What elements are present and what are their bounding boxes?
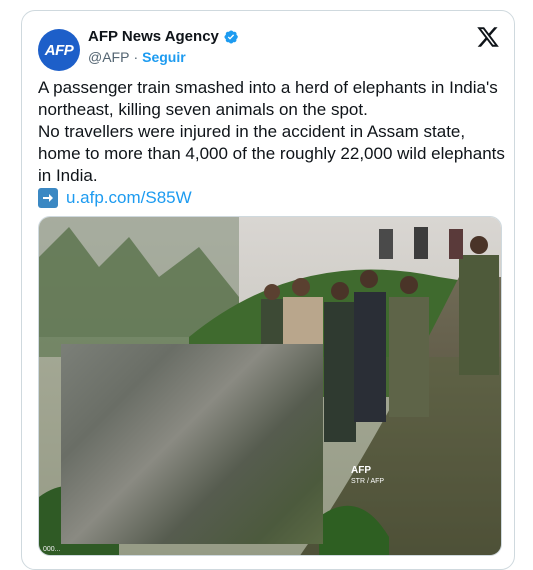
photo-corner-tag: 000... [43, 546, 61, 553]
handle-row: @AFP · Seguir [88, 49, 186, 65]
tweet-text-line-1: A passenger train smashed into a herd of… [38, 78, 498, 119]
arrow-right-icon [38, 188, 58, 208]
photo-watermark: AFP STR / AFP [351, 465, 384, 487]
link-line: u.afp.com/S85W [38, 187, 508, 209]
follow-button[interactable]: Seguir [142, 49, 186, 65]
avatar[interactable]: AFP [38, 29, 80, 71]
author-name-row: AFP News Agency [88, 28, 239, 45]
blurred-photo-region [61, 344, 323, 544]
tweet-card[interactable]: AFP AFP News Agency @AFP · Seguir A pass… [21, 10, 515, 570]
handle[interactable]: @AFP [88, 49, 129, 65]
separator-dot: · [133, 49, 139, 65]
tweet-text-line-2: No travellers were injured in the accide… [38, 122, 505, 185]
avatar-text: AFP [44, 41, 74, 59]
watermark-logo: AFP [351, 465, 371, 476]
verified-badge-icon [224, 29, 238, 44]
watermark-credit: STR / AFP [351, 478, 385, 485]
tweet-photo[interactable]: AFP STR / AFP 000... [38, 216, 502, 556]
x-logo-icon[interactable] [476, 25, 500, 49]
article-link[interactable]: u.afp.com/S85W [66, 187, 192, 209]
display-name[interactable]: AFP News Agency [88, 28, 219, 45]
tweet-text: A passenger train smashed into a herd of… [38, 77, 508, 209]
